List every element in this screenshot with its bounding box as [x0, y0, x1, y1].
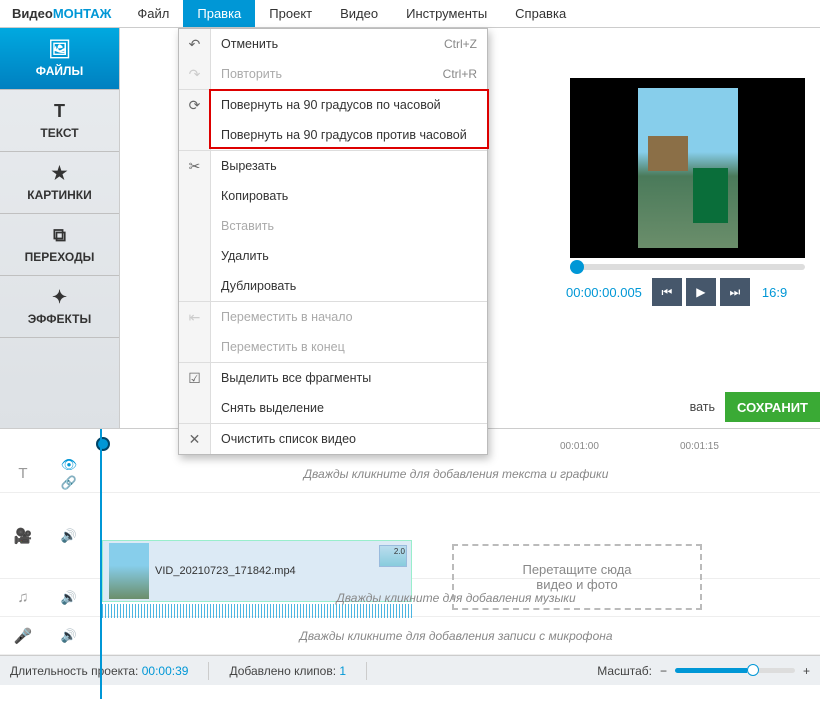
menu-file[interactable]: Файл — [123, 0, 183, 27]
text-icon: T — [54, 101, 65, 122]
dropdown-row-icon: ↷ — [179, 59, 210, 89]
playback-track[interactable] — [570, 264, 805, 270]
mic-track-toggle[interactable]: 🔊 — [46, 628, 92, 644]
zoom-in-icon[interactable]: + — [803, 664, 810, 678]
sidebar-tab-pictures[interactable]: ★ КАРТИНКИ — [0, 152, 119, 214]
menu-video[interactable]: Видео — [326, 0, 392, 27]
app-logo: ВидеоМОНТАЖ — [0, 6, 123, 21]
aspect-ratio[interactable]: 16:9 — [762, 285, 787, 300]
toolbar-row: вать СОХРАНИТ — [680, 392, 820, 422]
dropdown-row-icon — [179, 271, 210, 301]
track-mic[interactable]: 🎤 🔊 Дважды кликните для добавления запис… — [0, 617, 820, 655]
menu-project[interactable]: Проект — [255, 0, 326, 27]
sidebar: 🖼 ФАЙЛЫ T ТЕКСТ ★ КАРТИНКИ ⧉ ПЕРЕХОДЫ ✦ … — [0, 28, 120, 428]
dropdown-item[interactable]: Копировать — [211, 181, 487, 211]
playhead-line[interactable] — [100, 429, 102, 699]
text-track-icon: T — [0, 465, 46, 482]
dropdown-item: Переместить в начало — [211, 302, 487, 332]
playhead-dot[interactable] — [570, 260, 584, 274]
next-button[interactable]: ⏭ — [720, 278, 750, 306]
star-icon: ★ — [51, 163, 67, 184]
zoom-out-icon[interactable]: − — [660, 664, 667, 678]
dropdown-row-icon — [179, 332, 210, 362]
dropdown-item[interactable]: Выделить все фрагменты — [211, 363, 487, 393]
dropdown-item[interactable]: Вырезать — [211, 151, 487, 181]
track-text[interactable]: T 👁🔗 Дважды кликните для добавления текс… — [0, 455, 820, 493]
zoom-label: Масштаб: — [597, 664, 652, 678]
transitions-icon: ⧉ — [53, 225, 66, 246]
dropdown-item: ПовторитьCtrl+R — [211, 59, 487, 89]
dropdown-row-icon: ↶ — [179, 29, 210, 59]
prev-button[interactable]: ⏮ — [652, 278, 682, 306]
edit-dropdown: ↶↷⟳✂⇤☑✕ ОтменитьCtrl+ZПовторитьCtrl+RПов… — [178, 28, 488, 455]
zoom-knob[interactable] — [747, 664, 759, 676]
play-button[interactable]: ▶ — [686, 278, 716, 306]
sidebar-tab-transitions[interactable]: ⧉ ПЕРЕХОДЫ — [0, 214, 119, 276]
sidebar-tab-text[interactable]: T ТЕКСТ — [0, 90, 119, 152]
sidebar-tab-effects[interactable]: ✦ ЭФФЕКТЫ — [0, 276, 119, 338]
timecode: 00:00:00.005 — [566, 285, 642, 300]
menubar: ВидеоМОНТАЖ Файл Правка Проект Видео Инс… — [0, 0, 820, 28]
dropdown-row-icon: ⟳ — [179, 90, 210, 120]
clips-label: Добавлено клипов: 1 — [229, 664, 346, 678]
music-track-toggle[interactable]: 🔊 — [46, 590, 92, 606]
dropdown-row-icon: ☑ — [179, 363, 210, 393]
dropdown-item[interactable]: Очистить список видео — [211, 424, 487, 454]
timeline: 00:00:15 00:00:30 00:00:45 00:01:00 00:0… — [0, 428, 820, 655]
image-icon: 🖼 — [48, 39, 71, 60]
dropdown-item[interactable]: ОтменитьCtrl+Z — [211, 29, 487, 59]
dropdown-row-icon: ⇤ — [179, 302, 210, 332]
dropdown-item: Переместить в конец — [211, 332, 487, 362]
dropdown-item: Вставить — [211, 211, 487, 241]
dropdown-row-icon — [179, 181, 210, 211]
dropdown-row-icon — [179, 393, 210, 423]
menu-edit[interactable]: Правка — [183, 0, 255, 27]
video-track-toggle[interactable]: 🔊 — [46, 528, 92, 544]
dropdown-item[interactable]: Дублировать — [211, 271, 487, 301]
dropdown-item[interactable]: Удалить — [211, 241, 487, 271]
sidebar-tab-files[interactable]: 🖼 ФАЙЛЫ — [0, 28, 119, 90]
partial-button-label[interactable]: вать — [680, 400, 725, 414]
dropdown-row-icon — [179, 120, 210, 150]
dropdown-item[interactable]: Снять выделение — [211, 393, 487, 423]
clip-waveform — [102, 604, 412, 618]
zoom-slider[interactable] — [675, 668, 795, 673]
dropdown-item[interactable]: Повернуть на 90 градусов против часовой — [211, 120, 487, 150]
dropdown-item[interactable]: Повернуть на 90 градусов по часовой — [211, 90, 487, 120]
video-track-icon: 🎥 — [0, 527, 46, 545]
dropdown-row-icon — [179, 241, 210, 271]
transition-block[interactable]: 2.0 — [379, 545, 407, 567]
preview-pane: 00:00:00.005 ⏮ ▶ ⏭ 16:9 — [560, 78, 820, 306]
preview-thumbnail — [638, 88, 738, 248]
wand-icon: ✦ — [52, 287, 67, 308]
menu-tools[interactable]: Инструменты — [392, 0, 501, 27]
music-track-icon: ♫ — [0, 589, 46, 606]
menu-help[interactable]: Справка — [501, 0, 580, 27]
dropdown-row-icon: ✂ — [179, 151, 210, 181]
save-button[interactable]: СОХРАНИТ — [725, 392, 820, 422]
mic-track-icon: 🎤 — [0, 627, 46, 645]
text-track-toggles[interactable]: 👁🔗 — [46, 457, 92, 491]
preview-video[interactable] — [570, 78, 805, 258]
statusbar: Длительность проекта: 00:00:39 Добавлено… — [0, 655, 820, 685]
dropdown-row-icon — [179, 211, 210, 241]
track-video[interactable]: 🎥 🔊 VID_20210723_171842.mp4 2.0 Перетащи… — [0, 493, 820, 579]
playhead-handle[interactable] — [96, 437, 110, 451]
dropdown-row-icon: ✕ — [179, 424, 210, 454]
